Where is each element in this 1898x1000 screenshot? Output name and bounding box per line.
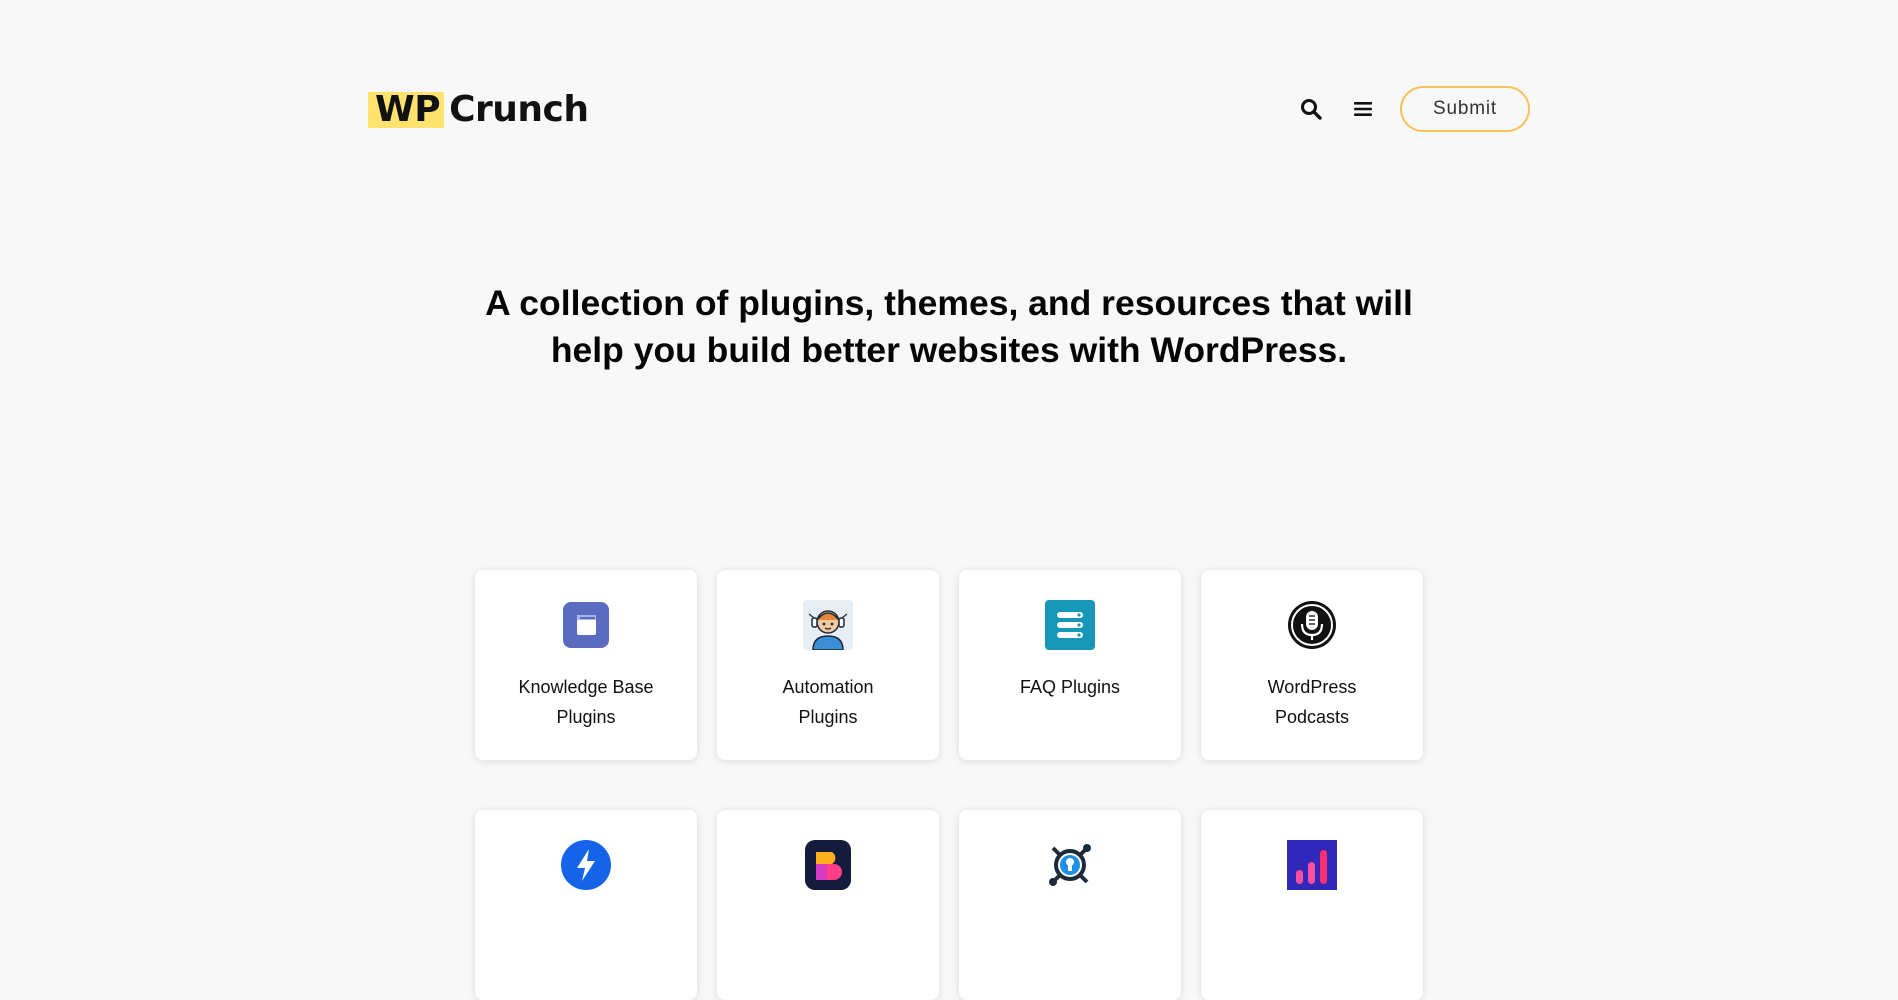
bar-chart-icon xyxy=(1287,840,1337,890)
hero-line-2: help you build better websites with Word… xyxy=(550,330,1348,370)
card-label: WordPress Podcasts xyxy=(1267,677,1357,727)
submit-button[interactable]: Submit xyxy=(1400,86,1530,132)
robot-astronaut-icon xyxy=(803,600,853,650)
lightning-bolt-icon xyxy=(561,840,611,890)
card-label: Automation Plugins xyxy=(782,677,874,727)
card-label: Knowledge Base Plugins xyxy=(518,677,654,727)
category-grid: Knowledge Base Plugins Automation Plugin… xyxy=(475,570,1425,1000)
card-lightning[interactable] xyxy=(475,810,697,1000)
logo-crunch-text: Crunch xyxy=(449,89,589,130)
site-header: WP Crunch Submit xyxy=(368,86,1530,132)
list-toggle-icon xyxy=(1045,600,1095,650)
card-automation-plugins[interactable]: Automation Plugins xyxy=(717,570,939,760)
book-icon xyxy=(561,600,611,650)
card-keyhole[interactable] xyxy=(959,810,1181,1000)
keyhole-network-icon xyxy=(1045,840,1095,890)
card-faq-plugins[interactable]: FAQ Plugins xyxy=(959,570,1181,760)
logo-wp-text: WP xyxy=(368,92,445,128)
search-button[interactable] xyxy=(1297,95,1325,123)
header-actions: Submit xyxy=(1297,86,1530,132)
hamburger-menu-icon xyxy=(1354,102,1372,116)
hero-heading: A collection of plugins, themes, and res… xyxy=(449,280,1449,374)
b-logo-icon xyxy=(803,840,853,890)
card-bar-chart[interactable] xyxy=(1201,810,1423,1000)
card-knowledge-base-plugins[interactable]: Knowledge Base Plugins xyxy=(475,570,697,760)
card-wordpress-podcasts[interactable]: WordPress Podcasts xyxy=(1201,570,1423,760)
card-label: FAQ Plugins xyxy=(1019,677,1121,697)
hero-line-1: A collection of plugins, themes, and res… xyxy=(485,283,1413,323)
site-logo[interactable]: WP Crunch xyxy=(368,90,589,130)
microphone-icon xyxy=(1287,600,1337,650)
menu-button[interactable] xyxy=(1349,95,1377,123)
search-icon xyxy=(1301,99,1322,120)
card-b-logo[interactable] xyxy=(717,810,939,1000)
